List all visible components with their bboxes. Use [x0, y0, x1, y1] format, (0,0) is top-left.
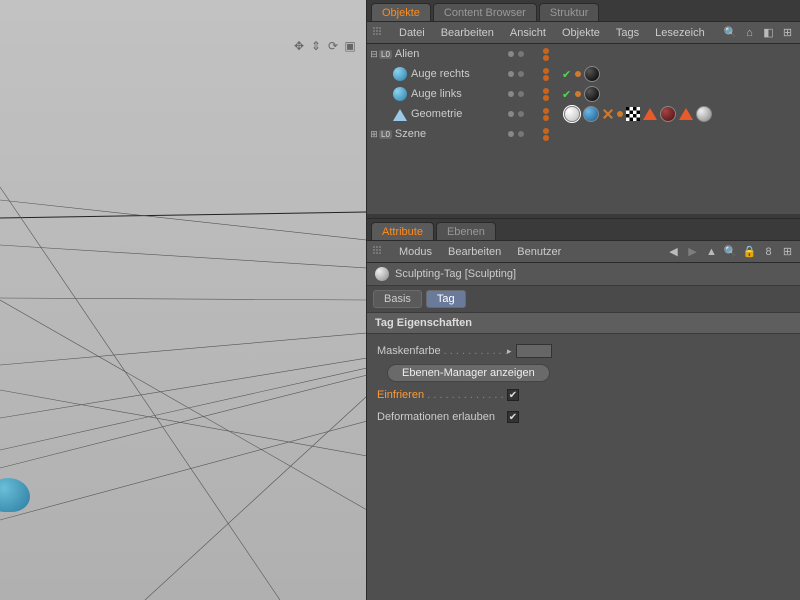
search-icon[interactable]: 🔍 — [724, 245, 737, 258]
frame-icon[interactable]: ▣ — [344, 40, 356, 52]
object-tree[interactable]: ⊟ L0 Alien Auge rechts ✔ — [367, 44, 800, 214]
geometry-icon — [393, 109, 407, 121]
tab-content-browser[interactable]: Content Browser — [433, 3, 537, 21]
viewport-nav-icons: ✥ ⇕ ⟳ ▣ — [293, 40, 356, 52]
drag-handle-icon[interactable] — [373, 246, 385, 258]
expand-icon[interactable]: ⊞ — [781, 26, 794, 39]
color-swatch-maskenfarbe[interactable] — [516, 344, 552, 358]
perspective-grid — [0, 0, 367, 600]
menu-tags[interactable]: Tags — [608, 25, 647, 41]
menu-datei[interactable]: Datei — [391, 25, 433, 41]
menu-objekte[interactable]: Objekte — [554, 25, 608, 41]
expand-icon[interactable]: ⊞ — [369, 129, 379, 140]
tab-objekte[interactable]: Objekte — [371, 3, 431, 21]
tree-row-alien[interactable]: ⊟ L0 Alien — [367, 44, 800, 64]
check-icon[interactable]: ✔ — [562, 68, 571, 81]
menu-modus[interactable]: Modus — [391, 244, 440, 260]
subtab-tag[interactable]: Tag — [426, 290, 466, 308]
object-label: Szene — [395, 128, 426, 140]
tree-row-szene[interactable]: ⊞ L0 Szene — [367, 124, 800, 144]
view-icon[interactable]: ◧ — [762, 26, 775, 39]
check-icon[interactable]: ✔ — [562, 88, 571, 101]
menu-bearbeiten[interactable]: Bearbeiten — [440, 244, 509, 260]
selection-tag-icon[interactable] — [643, 108, 657, 120]
checkbox-deformationen[interactable]: ✔ — [507, 411, 519, 423]
dropdown-arrow-icon[interactable]: ▸ — [507, 346, 512, 357]
sculpt-tag-icon — [375, 267, 389, 281]
object-label: Auge links — [411, 88, 462, 100]
object-label: Geometrie — [411, 108, 462, 120]
attribute-subtabs: Basis Tag — [367, 286, 800, 312]
expand-icon[interactable]: ⊞ — [781, 245, 794, 258]
object-panel-tabbar: Objekte Content Browser Struktur — [367, 0, 800, 22]
tree-row-geometrie[interactable]: Geometrie — [367, 104, 800, 124]
menu-ansicht[interactable]: Ansicht — [502, 25, 554, 41]
tree-row-auge-links[interactable]: Auge links ✔ — [367, 84, 800, 104]
zoom-icon[interactable]: ⇕ — [310, 40, 322, 52]
label-einfrieren: Einfrieren — [377, 389, 507, 401]
tab-struktur[interactable]: Struktur — [539, 3, 600, 21]
ebenen-manager-button[interactable]: Ebenen-Manager anzeigen — [387, 364, 550, 382]
menu-bearbeiten[interactable]: Bearbeiten — [433, 25, 502, 41]
subtab-basis[interactable]: Basis — [373, 290, 422, 308]
attribute-menubar: Modus Bearbeiten Benutzer ◀ ▶ ▲ 🔍 🔒 8 ⊞ — [367, 241, 800, 263]
object-panel-menubar: Datei Bearbeiten Ansicht Objekte Tags Le… — [367, 22, 800, 44]
move-icon[interactable]: ✥ — [293, 40, 305, 52]
tree-row-auge-rechts[interactable]: Auge rechts ✔ — [367, 64, 800, 84]
layer-badge: L0 — [379, 50, 392, 59]
collapse-icon[interactable]: ⊟ — [369, 49, 379, 60]
material-tag-blue[interactable] — [583, 106, 599, 122]
sphere-icon — [393, 87, 407, 101]
home-icon[interactable]: ⌂ — [743, 26, 756, 39]
viewport-3d[interactable]: ✥ ⇕ ⟳ ▣ — [0, 0, 367, 600]
snap-icon[interactable]: 8 — [762, 245, 775, 258]
tag-dot-icon[interactable] — [575, 91, 581, 97]
nav-up-icon[interactable]: ▲ — [705, 245, 718, 258]
object-label: Auge rechts — [411, 68, 470, 80]
tab-attribute[interactable]: Attribute — [371, 222, 434, 240]
tag-x-icon[interactable] — [602, 108, 614, 120]
label-maskenfarbe: Maskenfarbe — [377, 345, 507, 357]
attribute-title-label: Sculpting-Tag [Sculpting] — [395, 268, 516, 280]
checkbox-einfrieren[interactable]: ✔ — [507, 389, 519, 401]
object-label: Alien — [395, 48, 419, 60]
attribute-object-title: Sculpting-Tag [Sculpting] — [367, 263, 800, 286]
sphere-icon — [393, 67, 407, 81]
menu-lesezeichen[interactable]: Lesezeich — [647, 25, 713, 41]
search-icon[interactable]: 🔍 — [724, 26, 737, 39]
tab-ebenen[interactable]: Ebenen — [436, 222, 496, 240]
tag-dot-icon[interactable] — [617, 111, 623, 117]
uv-tag-icon[interactable] — [626, 107, 640, 121]
selection-tag-icon[interactable] — [679, 108, 693, 120]
material-tag-grey[interactable] — [696, 106, 712, 122]
material-tag-darkred[interactable] — [660, 106, 676, 122]
nav-fwd-icon[interactable]: ▶ — [686, 245, 699, 258]
nav-back-icon[interactable]: ◀ — [667, 245, 680, 258]
label-deformationen: Deformationen erlauben — [377, 411, 507, 423]
menu-benutzer[interactable]: Benutzer — [509, 244, 569, 260]
tag-properties: Maskenfarbe ▸ Ebenen-Manager anzeigen Ei… — [367, 334, 800, 434]
sculpt-tag-selected[interactable] — [564, 106, 580, 122]
attribute-panel-tabbar: Attribute Ebenen — [367, 219, 800, 241]
tag-dot-icon[interactable] — [575, 71, 581, 77]
section-header: Tag Eigenschaften — [367, 312, 800, 334]
rotate-icon[interactable]: ⟳ — [327, 40, 339, 52]
material-tag-black[interactable] — [584, 66, 600, 82]
layer-badge: L0 — [379, 130, 392, 139]
drag-handle-icon[interactable] — [373, 27, 385, 39]
material-tag-black[interactable] — [584, 86, 600, 102]
lock-icon[interactable]: 🔒 — [743, 245, 756, 258]
